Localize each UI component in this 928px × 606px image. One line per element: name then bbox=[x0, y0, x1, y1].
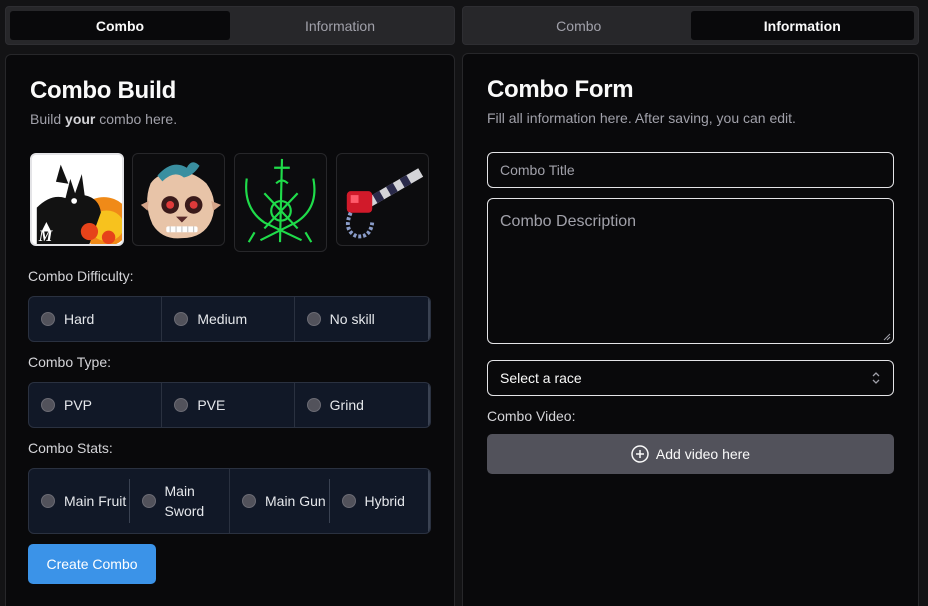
combo-description-textarea[interactable]: Combo Description bbox=[487, 198, 894, 344]
radio-button[interactable] bbox=[174, 312, 189, 326]
right-tab-bar: Combo Information bbox=[462, 6, 919, 45]
type-label: Combo Type: bbox=[28, 354, 112, 370]
combo-title-input[interactable]: Combo Title bbox=[487, 152, 894, 188]
tab-combo[interactable]: Combo bbox=[467, 11, 691, 40]
tab-information[interactable]: Information bbox=[230, 11, 450, 40]
combo-build-title: Combo Build bbox=[30, 77, 177, 104]
type-option-pve[interactable]: PVE bbox=[162, 383, 295, 427]
plus-circle-icon bbox=[631, 445, 649, 463]
stats-option-main-fruit[interactable]: Main Fruit bbox=[29, 469, 129, 533]
combo-form-title: Combo Form bbox=[487, 76, 634, 103]
radio-button[interactable] bbox=[306, 312, 321, 326]
skull-creature-image[interactable] bbox=[132, 153, 225, 246]
difficulty-option-hard[interactable]: Hard bbox=[29, 297, 163, 341]
stats-option-main-gun[interactable]: Main Gun bbox=[230, 469, 329, 533]
radio-button[interactable] bbox=[242, 494, 256, 508]
combo-video-label: Combo Video: bbox=[487, 408, 576, 424]
difficulty-option-no-skill[interactable]: No skill bbox=[295, 297, 430, 341]
stats-option-main-sword[interactable]: Main Sword bbox=[130, 469, 230, 533]
stats-option-hybrid[interactable]: Hybrid bbox=[330, 469, 430, 533]
tab-information[interactable]: Information bbox=[690, 11, 914, 40]
chevron-up-down-icon bbox=[872, 372, 880, 384]
difficulty-option-medium[interactable]: Medium bbox=[162, 297, 295, 341]
stats-label: Combo Stats: bbox=[28, 440, 113, 456]
radio-button[interactable] bbox=[341, 494, 356, 508]
radio-button[interactable] bbox=[141, 494, 156, 508]
race-select[interactable]: Select a race bbox=[487, 360, 894, 396]
combo-build-subtitle: Build your combo here. bbox=[30, 111, 178, 127]
resize-handle-icon[interactable] bbox=[883, 333, 891, 341]
difficulty-label: Combo Difficulty: bbox=[28, 268, 134, 284]
radio-button[interactable] bbox=[41, 312, 55, 326]
stats-radio-group: Main Fruit Main Sword Main Gun Hybrid bbox=[28, 468, 431, 534]
combo-form-card-lower bbox=[462, 483, 919, 606]
svg-text:M: M bbox=[38, 228, 54, 244]
type-radio-group: PVP PVE Grind bbox=[28, 382, 431, 428]
radio-button[interactable] bbox=[41, 398, 55, 412]
difficulty-radio-group: Hard Medium No skill bbox=[28, 296, 431, 342]
type-option-grind[interactable]: Grind bbox=[295, 383, 430, 427]
left-tab-bar: Combo Information bbox=[5, 6, 455, 45]
red-gun-image[interactable] bbox=[336, 153, 429, 246]
type-option-pvp[interactable]: PVP bbox=[29, 383, 163, 427]
dark-creature-flame-image[interactable]: M bbox=[30, 153, 124, 246]
create-combo-button[interactable]: Create Combo bbox=[28, 544, 156, 584]
radio-button[interactable] bbox=[41, 494, 55, 508]
radio-button[interactable] bbox=[174, 398, 189, 412]
combo-form-subtitle: Fill all information here. After saving,… bbox=[487, 110, 796, 126]
radio-button[interactable] bbox=[306, 398, 321, 412]
tab-combo[interactable]: Combo bbox=[10, 11, 230, 40]
add-video-button[interactable]: Add video here bbox=[487, 434, 894, 474]
green-crossed-swords-image[interactable] bbox=[234, 153, 327, 252]
